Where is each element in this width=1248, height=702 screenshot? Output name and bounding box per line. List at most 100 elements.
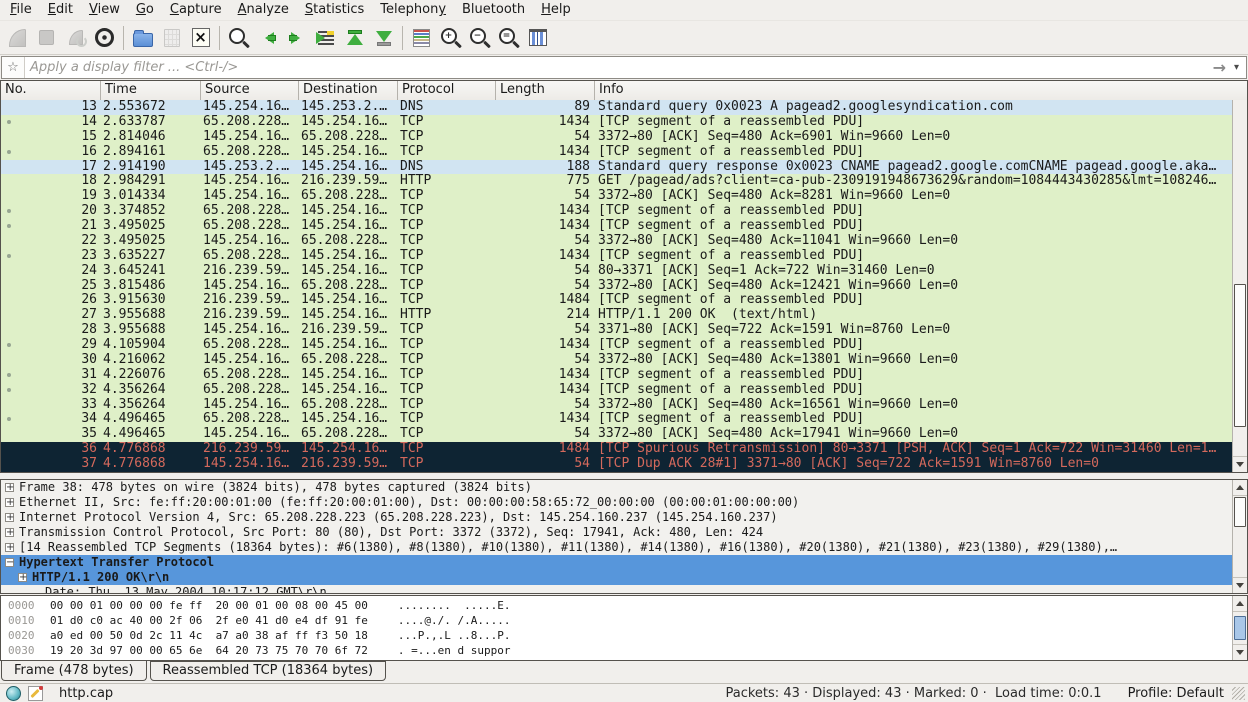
go-back-button[interactable] (254, 24, 281, 51)
packet-row[interactable]: 354.496465145.254.16…65.208.228…TCP54337… (1, 427, 1232, 442)
capture-options-button[interactable] (91, 24, 118, 51)
file-open-button[interactable] (129, 24, 156, 51)
hex-row[interactable]: 000000 00 01 00 00 00 fe ff 20 00 01 00 … (1, 598, 1232, 613)
zoom-out-button[interactable] (466, 24, 493, 51)
detail-row[interactable]: +Internet Protocol Version 4, Src: 65.20… (1, 510, 1232, 525)
column-header-no[interactable]: No. (1, 81, 101, 100)
hex-row[interactable]: 0020a0 ed 00 50 0d 2c 11 4c a7 a0 38 af … (1, 628, 1232, 643)
packet-row[interactable]: 263.915630216.239.59…145.254.16…TCP1484[… (1, 293, 1232, 308)
column-header-source[interactable]: Source (201, 81, 299, 100)
expander-icon[interactable]: + (5, 528, 14, 537)
scroll-up-arrow[interactable] (1233, 596, 1247, 612)
scroll-up-arrow[interactable] (1233, 480, 1247, 496)
expander-icon[interactable]: − (5, 558, 14, 567)
expander-icon[interactable]: + (5, 483, 14, 492)
go-last-button[interactable] (370, 24, 397, 51)
menu-file[interactable]: File (2, 1, 40, 19)
detail-row[interactable]: +HTTP/1.1 200 OK\r\n (1, 570, 1232, 585)
byte-view-tab-frame-478-bytes[interactable]: Frame (478 bytes) (1, 660, 147, 681)
detail-row[interactable]: +Frame 38: 478 bytes on wire (3824 bits)… (1, 480, 1232, 495)
packet-row[interactable]: 132.553672145.254.16…145.253.2.…DNS89Sta… (1, 100, 1232, 115)
menu-edit[interactable]: Edit (40, 1, 81, 19)
colorize-button[interactable] (408, 24, 435, 51)
scroll-down-arrow[interactable] (1233, 456, 1247, 472)
expert-info-icon[interactable] (6, 686, 21, 701)
menu-capture[interactable]: Capture (162, 1, 230, 19)
packet-row[interactable]: 162.89416165.208.228…145.254.16…TCP1434[… (1, 145, 1232, 160)
packet-row[interactable]: 243.645241216.239.59…145.254.16…TCP5480→… (1, 264, 1232, 279)
detail-row[interactable]: +Transmission Control Protocol, Src Port… (1, 525, 1232, 540)
find-packet-button[interactable] (225, 24, 252, 51)
byte-view-tab-reassembled-tcp-18364-bytes[interactable]: Reassembled TCP (18364 bytes) (150, 661, 387, 681)
packet-row[interactable]: 273.955688216.239.59…145.254.16…HTTP214H… (1, 308, 1232, 323)
menu-telephony[interactable]: Telephony (372, 1, 454, 19)
detail-row[interactable]: +[14 Reassembled TCP Segments (18364 byt… (1, 540, 1232, 555)
filter-apply-icon[interactable]: → (1205, 58, 1234, 77)
menu-analyze[interactable]: Analyze (230, 1, 297, 19)
column-header-destination[interactable]: Destination (299, 81, 398, 100)
hex-row[interactable]: 001001 d0 c0 ac 40 00 2f 06 2f e0 41 d0 … (1, 613, 1232, 628)
column-header-protocol[interactable]: Protocol (398, 81, 496, 100)
zoom-in-button[interactable] (437, 24, 464, 51)
detail-row[interactable]: −Hypertext Transfer Protocol (1, 555, 1232, 570)
go-to-packet-button[interactable] (312, 24, 339, 51)
packet-list-scrollbar[interactable] (1232, 100, 1247, 472)
packet-row[interactable]: 233.63522765.208.228…145.254.16…TCP1434[… (1, 249, 1232, 264)
resize-columns-button[interactable] (524, 24, 551, 51)
scrollbar-thumb[interactable] (1234, 284, 1246, 427)
packet-row[interactable]: 364.776868216.239.59…145.254.16…TCP1484[… (1, 442, 1232, 457)
packet-row[interactable]: 253.815486145.254.16…65.208.228…TCP54337… (1, 279, 1232, 294)
go-first-button[interactable] (341, 24, 368, 51)
menu-view[interactable]: View (81, 1, 128, 19)
menu-bluetooth[interactable]: Bluetooth (454, 1, 533, 19)
resize-grip[interactable] (1232, 687, 1245, 700)
scroll-down-arrow[interactable] (1233, 644, 1247, 660)
packet-row[interactable]: 152.814046145.254.16…65.208.228…TCP54337… (1, 130, 1232, 145)
column-header-time[interactable]: Time (101, 81, 201, 100)
detail-row[interactable]: +Date: Thu, 13 May 2004 10:17:12 GMT\r\n (1, 585, 1232, 593)
scroll-down-arrow[interactable] (1233, 577, 1247, 593)
packet-row[interactable]: 314.22607665.208.228…145.254.16…TCP1434[… (1, 368, 1232, 383)
find-packet-icon (229, 28, 245, 44)
cell-len: 1434 (496, 145, 595, 160)
cell-info: 80→3371 [ACK] Seq=1 Ack=722 Win=31460 Le… (595, 264, 1232, 279)
packet-row[interactable]: 193.014334145.254.16…65.208.228…TCP54337… (1, 189, 1232, 204)
go-forward-button[interactable] (283, 24, 310, 51)
packet-row[interactable]: 304.216062145.254.16…65.208.228…TCP54337… (1, 353, 1232, 368)
packet-row[interactable]: 142.63378765.208.228…145.254.16…TCP1434[… (1, 115, 1232, 130)
file-close-button[interactable] (187, 24, 214, 51)
packet-row[interactable]: 344.49646565.208.228…145.254.16…TCP1434[… (1, 412, 1232, 427)
menu-statistics[interactable]: Statistics (297, 1, 372, 19)
packet-row[interactable]: 334.356264145.254.16…65.208.228…TCP54337… (1, 398, 1232, 413)
expander-icon[interactable]: + (5, 543, 14, 552)
detail-scrollbar[interactable] (1232, 480, 1247, 593)
cell-no: 28 (1, 323, 101, 338)
zoom-100-button[interactable] (495, 24, 522, 51)
packet-row[interactable]: 172.914190145.253.2.…145.254.16…DNS188St… (1, 160, 1232, 175)
expander-icon[interactable]: + (18, 573, 27, 582)
scrollbar-thumb[interactable] (1234, 616, 1246, 640)
column-header-length[interactable]: Length (496, 81, 595, 100)
packet-row[interactable]: 283.955688145.254.16…216.239.59…TCP54337… (1, 323, 1232, 338)
filter-bookmark-icon[interactable]: ☆ (2, 57, 25, 78)
expander-icon[interactable]: + (5, 498, 14, 507)
packet-row[interactable]: 182.984291145.254.16…216.239.59…HTTP775G… (1, 174, 1232, 189)
menu-go[interactable]: Go (128, 1, 162, 19)
packet-row[interactable]: 324.35626465.208.228…145.254.16…TCP1434[… (1, 383, 1232, 398)
menu-help[interactable]: Help (533, 1, 579, 19)
detail-row[interactable]: +Ethernet II, Src: fe:ff:20:00:01:00 (fe… (1, 495, 1232, 510)
expander-icon[interactable]: + (5, 513, 14, 522)
profile-indicator[interactable]: Profile: Default (1128, 686, 1224, 701)
packet-row[interactable]: 294.10590465.208.228…145.254.16…TCP1434[… (1, 338, 1232, 353)
filter-dropdown-icon[interactable]: ▾ (1234, 62, 1246, 73)
display-filter-input[interactable]: ☆ Apply a display filter ... <Ctrl-/> → … (1, 56, 1247, 79)
capture-comment-icon[interactable] (28, 686, 43, 701)
packet-row[interactable]: 203.37485265.208.228…145.254.16…TCP1434[… (1, 204, 1232, 219)
packet-row[interactable]: 223.495025145.254.16…65.208.228…TCP54337… (1, 234, 1232, 249)
hex-row[interactable]: 003019 20 3d 97 00 00 65 6e 64 20 73 75 … (1, 643, 1232, 658)
packet-row[interactable]: 374.776868145.254.16…216.239.59…TCP54[TC… (1, 457, 1232, 472)
column-header-info[interactable]: Info (595, 81, 1247, 100)
scrollbar-thumb[interactable] (1234, 497, 1246, 527)
packet-row[interactable]: 213.49502565.208.228…145.254.16…TCP1434[… (1, 219, 1232, 234)
bytes-scrollbar[interactable] (1232, 596, 1247, 660)
